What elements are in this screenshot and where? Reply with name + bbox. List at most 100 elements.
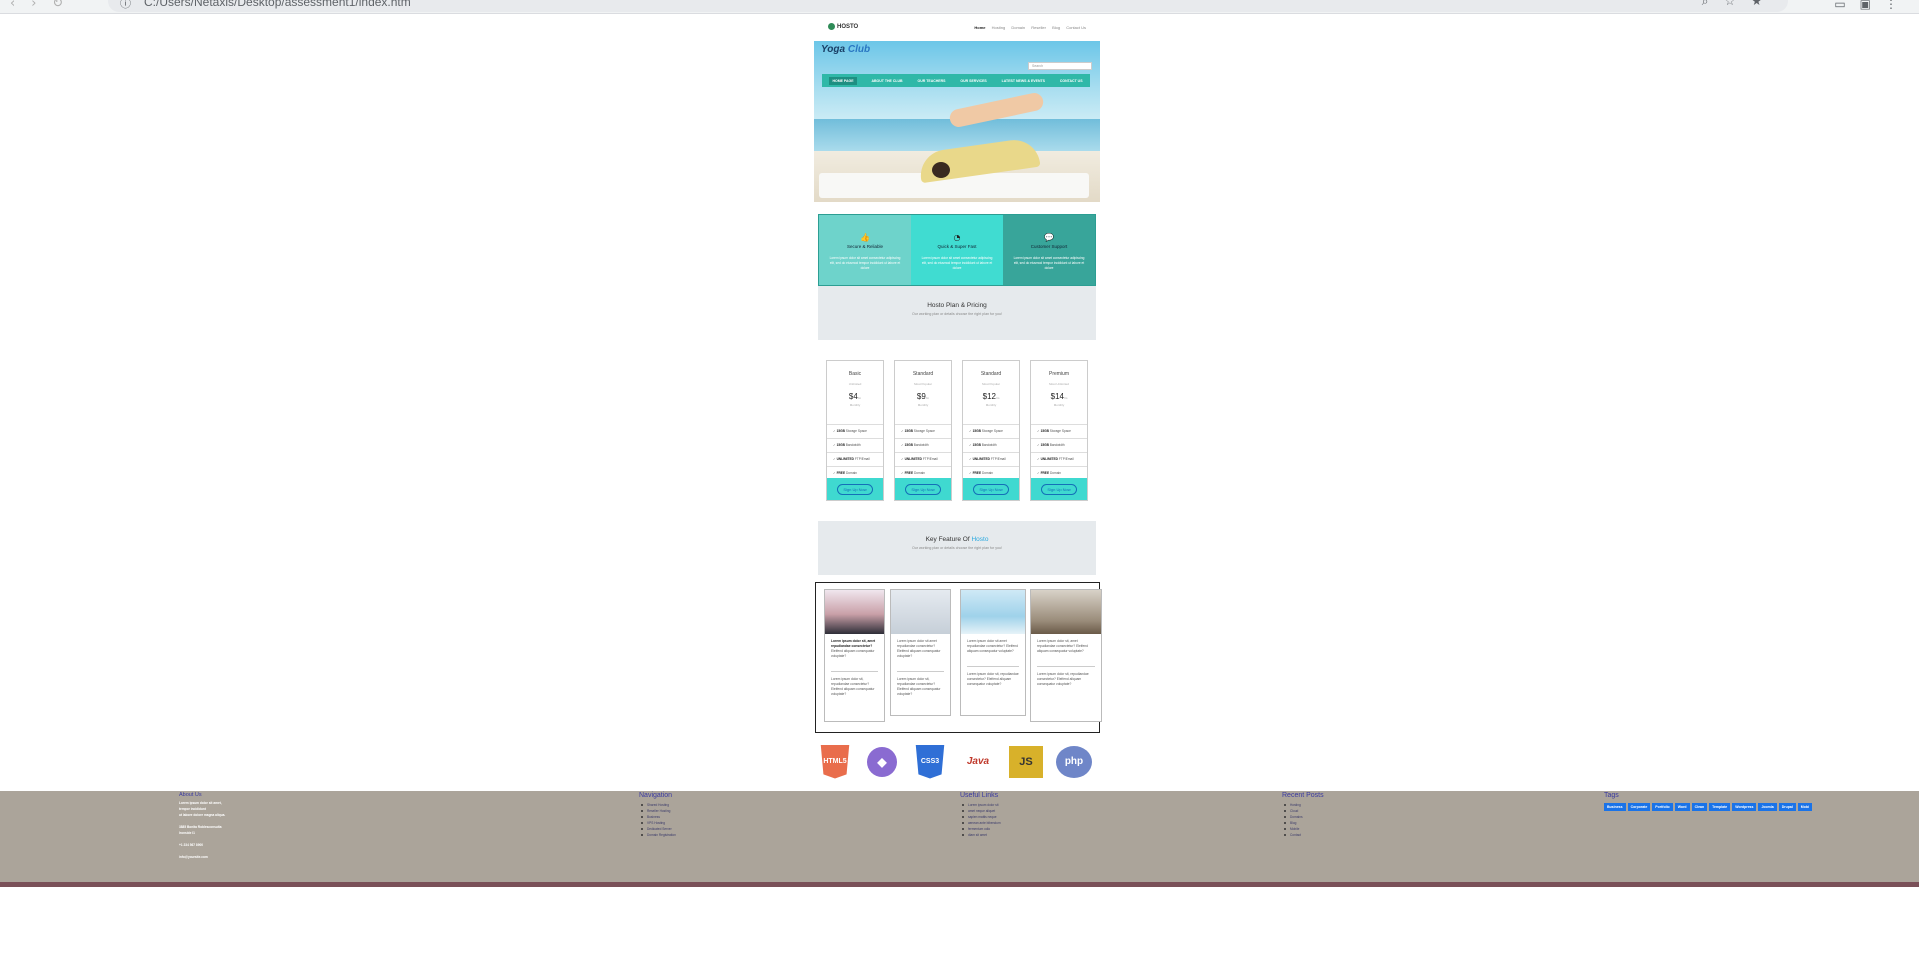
footer-useful-list: Lorem ipsum dolor sit amet neque aliquet… xyxy=(960,802,1080,838)
info-icon[interactable]: ⓘ xyxy=(120,0,131,11)
tag-button[interactable]: Joomla xyxy=(1758,803,1777,811)
site-header: HOSTO Home Hosting Domain Reseller Blog … xyxy=(814,22,1100,34)
top-menu-hosting[interactable]: Hosting xyxy=(992,25,1006,30)
feature-card[interactable]: Lorem ipsum dolor sit amet repudiandae c… xyxy=(890,589,951,716)
address-text[interactable]: C:/Users/Netaxis/Desktop/assessment1/ind… xyxy=(144,0,411,9)
tag-button[interactable]: Clean xyxy=(1691,803,1708,811)
card-footer-text: Lorem ipsum dolor sit, repudiandae conse… xyxy=(967,672,1019,686)
plan-features: ✓ 15GB Storage Space ✓ 15GB Bandwidth ✓ … xyxy=(963,424,1019,480)
plan-period: Monthly xyxy=(985,403,997,407)
feature-title: Customer Support xyxy=(1030,244,1068,249)
plan-features: ✓ 15GB Storage Space ✓ 15GB Bandwidth ✓ … xyxy=(1031,424,1087,480)
feature-card[interactable]: Lorem ipsum dolor sit amet repudiandae c… xyxy=(960,589,1026,716)
plan-subtitle: Most Popular xyxy=(982,382,1000,386)
plan-features: ✓ 15GB Storage Space ✓ 15GB Bandwidth ✓ … xyxy=(895,424,951,480)
browser-nav-buttons[interactable]: ‹›↻ xyxy=(10,0,79,11)
signup-button[interactable]: Sign Up Now xyxy=(837,483,873,495)
tag-button[interactable]: Wordpress xyxy=(1732,803,1757,811)
footer-about-text: Lorem ipsum dolor sit amet, tempor incid… xyxy=(179,801,226,859)
top-menu-domain[interactable]: Domain xyxy=(1011,25,1025,30)
footer-useful-links: Useful Links Lorem ipsum dolor sit amet … xyxy=(960,792,1080,838)
address-bar[interactable]: ⓘ C:/Users/Netaxis/Desktop/assessment1/i… xyxy=(108,0,1788,12)
bookmark-star-icon[interactable]: ⌕☆★ xyxy=(1702,0,1778,9)
tag-button[interactable]: Mobi xyxy=(1797,803,1812,811)
plan-name: Premium xyxy=(1048,371,1069,377)
feature-card[interactable]: Lorem ipsum dolor sit, amet repudiandae … xyxy=(824,589,885,722)
key-feature-title: Key Feature Of Hosto xyxy=(925,536,989,543)
plan-feature: ✓ UNLIMITED FTP/Email xyxy=(827,452,883,466)
plan-card: Basic Unlimited $4/m Monthly ✓ 15GB Stor… xyxy=(826,360,884,501)
hero-nav-about[interactable]: ABOUT THE CLUB xyxy=(871,79,902,83)
features-row: 👍 Secure & Reliable Lorem ipsum dolor si… xyxy=(818,214,1096,286)
feature-text: Lorem ipsum dolor sit amet consectetur a… xyxy=(921,256,993,270)
card-image xyxy=(825,590,884,634)
feature-title: Quick & Super Fast xyxy=(937,244,977,249)
plan-cta-area: Sign Up Now xyxy=(827,478,883,500)
signup-button[interactable]: Sign Up Now xyxy=(973,483,1009,495)
top-menu: Home Hosting Domain Reseller Blog Contac… xyxy=(969,25,1086,30)
tag-button[interactable]: Template xyxy=(1709,803,1731,811)
browser-toolbar: ‹›↻ ⓘ C:/Users/Netaxis/Desktop/assessmen… xyxy=(0,0,1919,14)
plan-price: $9/m xyxy=(916,392,930,401)
plan-features: ✓ 15GB Storage Space ✓ 15GB Bandwidth ✓ … xyxy=(827,424,883,480)
card-text: Lorem ipsum dolor sit, amet repudiandae … xyxy=(1037,639,1088,653)
top-menu-contact[interactable]: Contact Us xyxy=(1066,25,1086,30)
tag-button[interactable]: Portfolio xyxy=(1652,803,1673,811)
hero-nav-home[interactable]: HOME PAGE xyxy=(829,76,857,85)
browser-menu-icon[interactable]: ▭▣⋮ xyxy=(1834,0,1911,11)
tag-button[interactable]: Corporate xyxy=(1627,803,1651,811)
card-image xyxy=(961,590,1025,634)
java-icon: Java xyxy=(966,756,990,767)
feature-card[interactable]: Lorem ipsum dolor sit, amet repudiandae … xyxy=(1030,589,1102,722)
plan-cta-area: Sign Up Now xyxy=(1031,478,1087,500)
plan-feature: ✓ 15GB Bandwidth xyxy=(895,438,951,452)
feature-secure: 👍 Secure & Reliable Lorem ipsum dolor si… xyxy=(819,215,911,285)
plan-subtitle: Most Unlimited xyxy=(1049,382,1069,386)
footer-navigation-list: Shared Hosting Reseller Hosting Business… xyxy=(639,802,759,838)
signup-button[interactable]: Sign Up Now xyxy=(1041,483,1077,495)
card-text: Lorem ipsum dolor sit amet repudiandae c… xyxy=(897,639,941,658)
top-menu-reseller[interactable]: Reseller xyxy=(1031,25,1046,30)
plan-feature: ✓ 15GB Bandwidth xyxy=(1031,438,1087,452)
card-image xyxy=(1031,590,1101,634)
footer-link[interactable]: Domain Registration xyxy=(639,832,759,838)
tag-button[interactable]: Word xyxy=(1674,803,1690,811)
speedometer-icon: ◔ xyxy=(953,233,961,242)
plan-price: $14/m xyxy=(1050,392,1068,401)
plan-name: Standard xyxy=(980,371,1002,377)
plan-period: Monthly xyxy=(917,403,929,407)
hero-nav-news[interactable]: LATEST NEWS & EVENTS xyxy=(1002,79,1045,83)
card-image xyxy=(891,590,950,634)
top-menu-blog[interactable]: Blog xyxy=(1052,25,1060,30)
plan-name: Basic xyxy=(848,371,862,377)
footer-navigation: Navigation Shared Hosting Reseller Hosti… xyxy=(639,792,759,838)
pricing-title: Hosto Plan & Pricing xyxy=(927,302,987,309)
pricing-header: Hosto Plan & Pricing Our working plan or… xyxy=(818,286,1096,340)
signup-button[interactable]: Sign Up Now xyxy=(905,483,941,495)
hero-nav-teachers[interactable]: OUR TEACHERS xyxy=(917,79,945,83)
thumbs-up-icon: 👍 xyxy=(860,233,870,242)
tag-button[interactable]: Business xyxy=(1604,803,1626,811)
plan-cta-area: Sign Up Now xyxy=(963,478,1019,500)
plan-feature: ✓ UNLIMITED FTP/Email xyxy=(963,452,1019,466)
plan-card: Premium Most Unlimited $14/m Monthly ✓ 1… xyxy=(1030,360,1088,501)
plan-subtitle: Most Popular xyxy=(914,382,932,386)
footer-link[interactable]: Contact xyxy=(1282,832,1402,838)
tag-button[interactable]: Drupal xyxy=(1778,803,1796,811)
feature-title: Secure & Reliable xyxy=(846,244,884,249)
site-logo[interactable]: HOSTO xyxy=(828,23,858,30)
footer-link[interactable]: diam sit amet xyxy=(960,832,1080,838)
footer-about-title: About Us xyxy=(179,792,202,798)
footer-bottom-bar xyxy=(0,882,1919,887)
top-menu-home[interactable]: Home xyxy=(974,25,985,30)
yogi-head xyxy=(932,162,950,178)
hero-nav-services[interactable]: OUR SERVICES xyxy=(960,79,986,83)
footer-tags: Tags Business Corporate Portfolio Word C… xyxy=(1604,792,1844,811)
plan-period: Monthly xyxy=(849,403,861,407)
plan-feature: ✓ UNLIMITED FTP/Email xyxy=(895,452,951,466)
hero-nav: HOME PAGE ABOUT THE CLUB OUR TEACHERS OU… xyxy=(822,74,1090,87)
javascript-icon: JS xyxy=(1008,744,1044,779)
hero-search-input[interactable]: Search xyxy=(1028,62,1092,70)
hero-nav-contact[interactable]: CONTACT US xyxy=(1060,79,1083,83)
card-text: Lorem ipsum dolor sit, amet repudiandae … xyxy=(831,639,876,658)
